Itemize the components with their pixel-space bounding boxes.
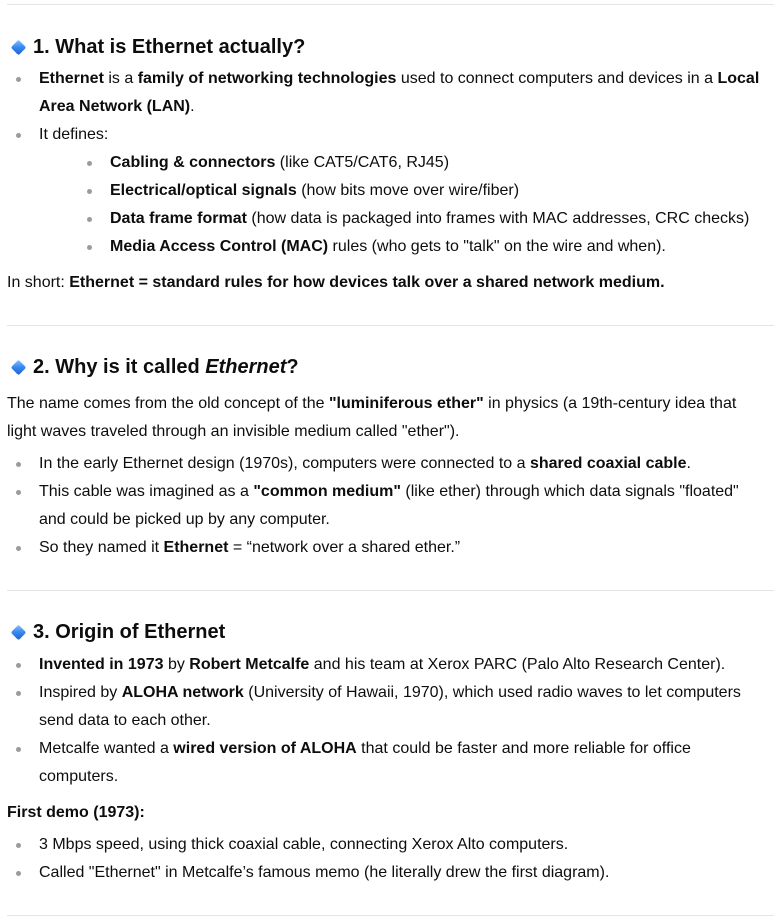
text: The name comes from the old concept of t… [7, 395, 329, 412]
list-item: 3 Mbps speed, using thick coaxial cable,… [0, 831, 777, 859]
bullet-list: Ethernet is a family of networking techn… [0, 65, 777, 261]
divider [7, 590, 774, 591]
bold-text: ALOHA network [121, 684, 244, 701]
list-item: Ethernet is a family of networking techn… [0, 65, 777, 121]
blue-diamond-icon [10, 39, 27, 55]
list-item: This cable was imagined as a "common med… [0, 478, 777, 534]
chat-response: 1. What is Ethernet actually? Ethernet i… [0, 0, 777, 921]
divider [7, 4, 774, 5]
sub-list: Cabling & connectors (like CAT5/CAT6, RJ… [39, 149, 769, 261]
text: = “network over a shared ether.” [228, 539, 461, 556]
text: (like CAT5/CAT6, RJ45) [275, 154, 450, 171]
divider [7, 325, 774, 326]
list-item: It defines: Cabling & connectors (like C… [0, 121, 777, 261]
text: . [686, 455, 691, 472]
intro-paragraph: The name comes from the old concept of t… [7, 390, 769, 446]
bold-text: First demo (1973): [7, 804, 145, 821]
bullet-list: Invented in 1973 by Robert Metcalfe and … [0, 651, 777, 791]
text: ? [286, 356, 299, 378]
list-item: In the early Ethernet design (1970s), co… [0, 450, 777, 478]
list-item: Data frame format (how data is packaged … [39, 205, 769, 233]
section-heading: 2. Why is it called Ethernet? [10, 354, 299, 380]
blue-diamond-icon [10, 359, 27, 375]
heading-text: 2. Why is it called Ethernet? [33, 354, 299, 380]
text: In short: [7, 274, 70, 291]
summary-paragraph: In short: Ethernet = standard rules for … [7, 269, 769, 297]
divider [7, 915, 774, 916]
list-item: Cabling & connectors (like CAT5/CAT6, RJ… [39, 149, 769, 177]
section-heading: 1. What is Ethernet actually? [10, 34, 305, 60]
text: Inspired by [39, 684, 122, 701]
bullet-list: 3 Mbps speed, using thick coaxial cable,… [0, 831, 777, 887]
text: This cable was imagined as a [39, 483, 254, 500]
bold-text: Robert Metcalfe [189, 656, 310, 673]
section-heading: 3. Origin of Ethernet [10, 619, 225, 645]
italic-text: Ethernet [205, 356, 287, 378]
bold-text: Invented in 1973 [39, 656, 164, 673]
bold-text: Ethernet = standard rules for how device… [69, 274, 665, 291]
text: . [190, 98, 195, 115]
bold-text: "luminiferous ether" [328, 395, 484, 412]
list-item: Electrical/optical signals (how bits mov… [39, 177, 769, 205]
bold-text: Cabling & connectors [110, 154, 276, 171]
heading-text: 1. What is Ethernet actually? [33, 36, 306, 58]
bold-text: Electrical/optical signals [110, 182, 297, 199]
text: In the early Ethernet design (1970s), co… [39, 455, 530, 472]
heading-text: 3. Origin of Ethernet [33, 621, 226, 643]
bold-text: Ethernet [39, 70, 104, 87]
bold-text: shared coaxial cable [529, 455, 687, 472]
list-item: Metcalfe wanted a wired version of ALOHA… [0, 735, 777, 791]
text: by [163, 656, 190, 673]
text: 2. Why is it called [33, 356, 206, 378]
text: So they named it [39, 539, 164, 556]
text: Metcalfe wanted a [39, 740, 174, 757]
demo-label: First demo (1973): [7, 799, 769, 827]
text: rules (who gets to "talk" on the wire an… [328, 238, 666, 255]
bullet-list: In the early Ethernet design (1970s), co… [0, 450, 777, 562]
blue-diamond-icon [10, 624, 27, 640]
text: It defines: [39, 126, 109, 143]
bold-text: Data frame format [110, 210, 247, 227]
bold-text: Media Access Control (MAC) [110, 238, 329, 255]
text: used to connect computers and devices in… [396, 70, 718, 87]
text: and his team at Xerox PARC (Palo Alto Re… [309, 656, 726, 673]
list-item: So they named it Ethernet = “network ove… [0, 534, 777, 562]
bold-text: Ethernet [163, 539, 229, 556]
bold-text: wired version of ALOHA [173, 740, 357, 757]
list-item: Invented in 1973 by Robert Metcalfe and … [0, 651, 777, 679]
list-item: Media Access Control (MAC) rules (who ge… [39, 233, 769, 261]
list-item: Called "Ethernet" in Metcalfe’s famous m… [0, 859, 777, 887]
text: (how bits move over wire/fiber) [296, 182, 520, 199]
text: is a [103, 70, 138, 87]
text: (how data is packaged into frames with M… [246, 210, 750, 227]
list-item: Inspired by ALOHA network (University of… [0, 679, 777, 735]
bold-text: "common medium" [253, 483, 401, 500]
bold-text: family of networking technologies [137, 70, 397, 87]
